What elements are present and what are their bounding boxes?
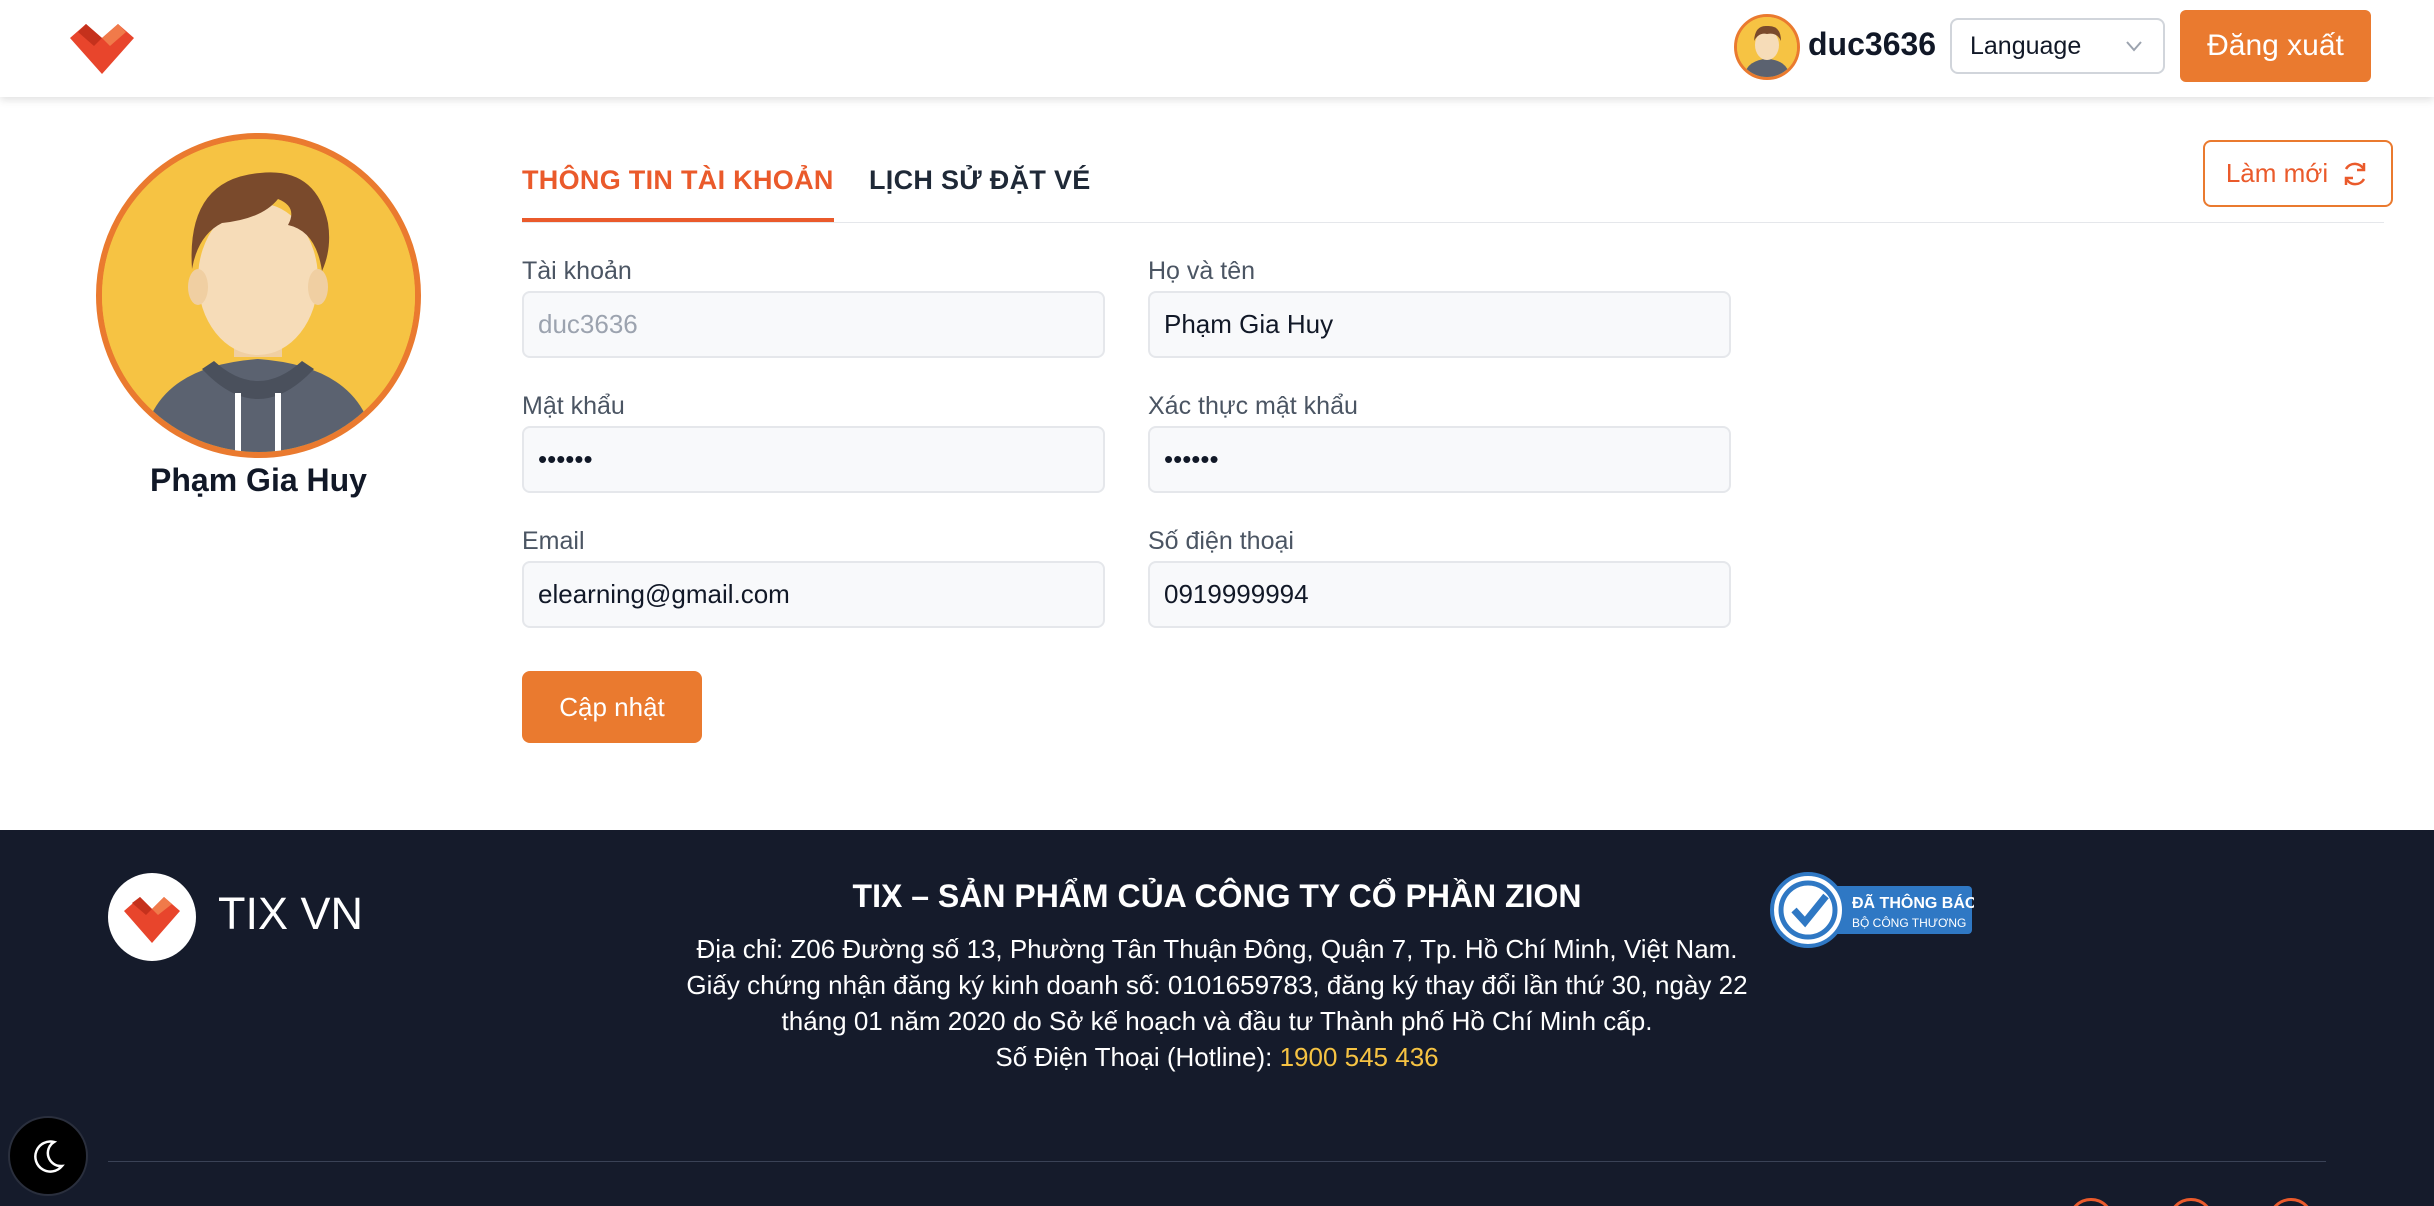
profile-avatar bbox=[96, 133, 421, 458]
phone-label: Số điện thoại bbox=[1148, 527, 1294, 555]
footer-license-line2: tháng 01 năm 2020 do Sở kế hoạch và đầu … bbox=[781, 1006, 1653, 1036]
footer-divider bbox=[108, 1161, 2326, 1162]
confirm-password-label: Xác thực mật khẩu bbox=[1148, 392, 1358, 420]
footer: TIX VN TIX – SẢN PHẨM CỦA CÔNG TY CỔ PHẦ… bbox=[0, 830, 2434, 1206]
phone-field[interactable]: 0919999994 bbox=[1148, 561, 1731, 628]
badge-line2: BỘ CÔNG THƯƠNG bbox=[1852, 915, 1966, 930]
fullname-label: Họ và tên bbox=[1148, 257, 1256, 285]
logout-button[interactable]: Đăng xuất bbox=[2180, 10, 2371, 82]
email-field[interactable]: elearning@gmail.com bbox=[522, 561, 1105, 628]
hotline-label: Số Điện Thoại (Hotline): bbox=[995, 1042, 1280, 1072]
badge-line1: ĐÃ THÔNG BÁO bbox=[1852, 892, 1974, 912]
profile-name: Phạm Gia Huy bbox=[150, 462, 367, 498]
profile-tabs: THÔNG TIN TÀI KHOẢN LỊCH SỬ ĐẶT VÉ bbox=[522, 145, 2384, 223]
footer-license-line1: Giấy chứng nhận đăng ký kinh doanh số: 0… bbox=[686, 970, 1748, 1000]
hotline-number[interactable]: 1900 545 436 bbox=[1280, 1042, 1439, 1072]
refresh-icon bbox=[2344, 162, 2366, 185]
footer-title: TIX – SẢN PHẨM CỦA CÔNG TY CỔ PHẦN ZION bbox=[852, 878, 1582, 914]
password-label: Mật khẩu bbox=[522, 392, 625, 420]
top-navbar: duc3636 Language Đăng xuất bbox=[0, 0, 2434, 97]
confirm-password-field[interactable]: •••••• bbox=[1148, 426, 1731, 493]
username[interactable]: duc3636 bbox=[1808, 26, 1936, 63]
account-field: duc3636 bbox=[522, 291, 1105, 358]
refresh-button-label: Làm mới bbox=[2225, 158, 2329, 188]
fullname-field[interactable]: Phạm Gia Huy bbox=[1148, 291, 1731, 358]
language-select[interactable]: Language bbox=[1950, 18, 2165, 74]
chevron-down-icon bbox=[2126, 41, 2142, 52]
footer-address: Địa chỉ: Z06 Đường số 13, Phường Tân Thu… bbox=[696, 934, 1738, 964]
logo-icon[interactable] bbox=[70, 24, 134, 74]
email-label: Email bbox=[522, 527, 585, 555]
update-button[interactable]: Cập nhật bbox=[522, 671, 702, 743]
refresh-button[interactable]: Làm mới bbox=[2203, 140, 2393, 207]
footer-hotline: Số Điện Thoại (Hotline): 1900 545 436 bbox=[0, 1042, 2434, 1073]
account-label: Tài khoản bbox=[522, 257, 632, 285]
password-field[interactable]: •••••• bbox=[522, 426, 1105, 493]
moon-icon bbox=[34, 1140, 65, 1173]
tab-booking-history[interactable]: LỊCH SỬ ĐẶT VÉ bbox=[869, 165, 1091, 218]
avatar[interactable] bbox=[1734, 14, 1800, 80]
tab-account-info[interactable]: THÔNG TIN TÀI KHOẢN bbox=[522, 165, 834, 222]
dark-mode-toggle[interactable] bbox=[8, 1116, 88, 1196]
check-badge-icon[interactable]: ĐÃ THÔNG BÁO BỘ CÔNG THƯƠNG bbox=[1770, 872, 1974, 948]
language-select-value: Language bbox=[1970, 31, 2082, 60]
